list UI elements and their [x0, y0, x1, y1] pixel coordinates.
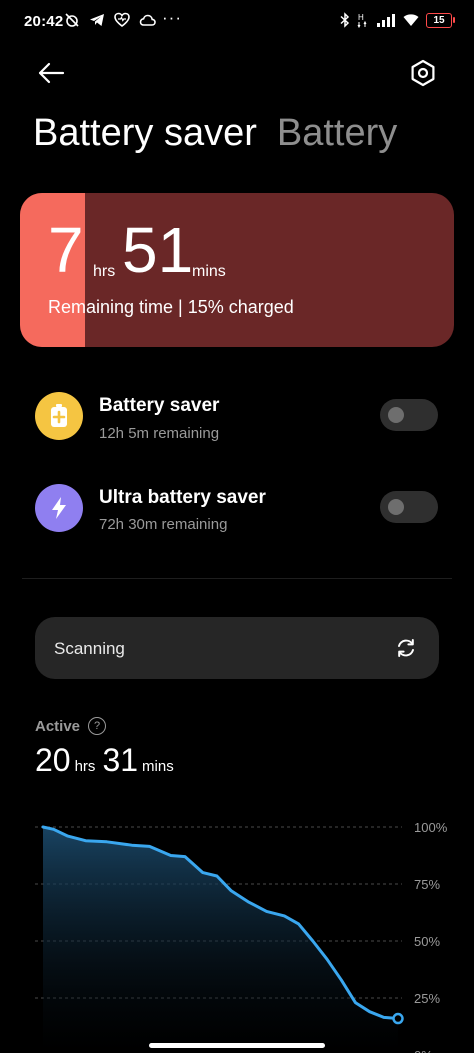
battery-saver-subtitle: 12h 5m remaining — [99, 425, 220, 442]
remaining-minutes-unit: mins — [192, 263, 226, 280]
home-indicator[interactable] — [149, 1043, 325, 1048]
battery-status-card: 7 hrs 51 mins Remaining time | 15% charg… — [20, 193, 454, 347]
y-tick-label: 50% — [414, 934, 440, 949]
section-divider — [22, 578, 452, 579]
battery-indicator: 15 — [426, 12, 455, 28]
active-minutes: 31 — [102, 742, 139, 778]
ultra-battery-saver-title: Ultra battery saver — [99, 487, 266, 508]
heart-icon — [114, 12, 130, 28]
active-duration: 20 hrs 31 mins — [35, 742, 181, 779]
help-icon[interactable]: ? — [88, 717, 106, 735]
battery-saver-title: Battery saver — [99, 395, 220, 416]
wifi-icon — [403, 14, 419, 26]
active-minutes-unit: mins — [142, 758, 174, 775]
scan-label: Scanning — [54, 639, 125, 658]
signal-icon — [377, 14, 395, 27]
y-tick-label: 100% — [414, 820, 448, 835]
arrow-left-icon — [38, 62, 65, 84]
remaining-hours-unit: hrs — [93, 263, 116, 280]
remaining-hours: 7 — [48, 214, 84, 286]
remaining-summary: Remaining time | 15% charged — [48, 297, 294, 317]
ultra-battery-saver-row[interactable]: Ultra battery saver 72h 30m remaining — [0, 470, 474, 550]
ultra-battery-saver-toggle[interactable] — [380, 491, 438, 523]
battery-saver-row[interactable]: Battery saver 12h 5m remaining — [0, 378, 474, 458]
battery-saver-toggle[interactable] — [380, 399, 438, 431]
battery-area-fill — [43, 827, 398, 1053]
telegram-icon — [90, 14, 104, 26]
more-notifications-icon: ··· — [162, 8, 182, 27]
active-hours-unit: hrs — [74, 758, 96, 775]
network-h-icon: H — [357, 13, 367, 28]
tab-battery[interactable]: Battery — [277, 112, 397, 154]
scan-card[interactable]: Scanning — [35, 617, 439, 679]
lightning-icon — [35, 484, 83, 532]
status-bar: 20:42 ··· H 15 — [0, 0, 474, 46]
tab-battery-saver[interactable]: Battery saver — [33, 112, 257, 154]
settings-button[interactable] — [408, 58, 438, 88]
gear-icon — [411, 59, 435, 87]
status-notification-icons — [64, 12, 156, 28]
y-tick-label: 75% — [414, 877, 440, 892]
battery-plus-icon — [35, 392, 83, 440]
y-tick-label: 25% — [414, 991, 440, 1006]
current-level-point — [392, 1012, 404, 1025]
active-label: Active — [35, 718, 81, 735]
bluetooth-icon — [340, 12, 350, 28]
alarm-off-icon — [65, 13, 79, 27]
tab-bar: Battery saver Battery — [33, 112, 397, 155]
active-hours: 20 — [35, 742, 71, 778]
cloud-icon — [139, 14, 156, 26]
back-button[interactable] — [34, 56, 68, 90]
remaining-minutes: 51 — [122, 214, 194, 286]
status-time: 20:42 — [24, 13, 64, 30]
status-system-icons: H 15 — [340, 12, 455, 28]
battery-level-chart: 100% 75% 50% 25% 0% — [35, 820, 448, 1053]
svg-text:H: H — [358, 13, 364, 22]
y-tick-label: 0% — [414, 1048, 433, 1053]
refresh-icon[interactable] — [395, 637, 417, 659]
ultra-battery-saver-subtitle: 72h 30m remaining — [99, 516, 228, 533]
